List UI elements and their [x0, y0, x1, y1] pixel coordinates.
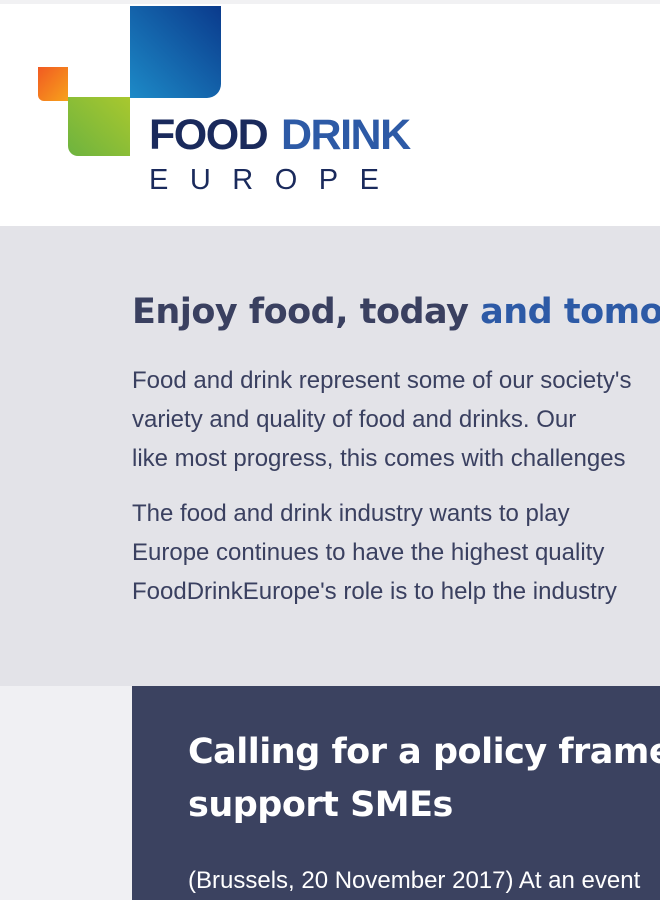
news-title-line: support SMEs [188, 785, 453, 825]
intro-paragraph-2-line: Europe continues to have the highest qua… [132, 539, 605, 566]
intro-paragraph-2-line: The food and drink industry wants to pla… [132, 500, 570, 527]
news-card[interactable]: Calling for a policy framework to suppor… [132, 686, 660, 900]
intro-paragraph-2: The food and drink industry wants to pla… [132, 494, 660, 611]
intro-paragraph-1: Food and drink represent some of our soc… [132, 361, 660, 478]
intro-heading-accent: and tomorrow [480, 292, 660, 332]
news-section: Calling for a policy framework to suppor… [0, 686, 660, 900]
news-title-line: Calling for a policy framework to [188, 732, 660, 772]
intro-paragraph-1-line: like most progress, this comes with chal… [132, 445, 626, 472]
site-header: FOOD DRINK EUROPE [0, 0, 660, 226]
intro-heading: Enjoy food, today and tomorrow [132, 290, 660, 334]
intro-paragraph-2-line: FoodDrinkEurope's role is to help the in… [132, 578, 617, 605]
intro-paragraph-1-line: Food and drink represent some of our soc… [132, 367, 632, 394]
page: FOOD DRINK EUROPE Enjoy food, today and … [0, 0, 660, 900]
news-title[interactable]: Calling for a policy framework to suppor… [188, 726, 660, 832]
news-excerpt: (Brussels, 20 November 2017) At an event [188, 867, 641, 894]
intro-section: Enjoy food, today and tomorrow Food and … [0, 226, 660, 686]
logo-text-food: FOOD [149, 111, 269, 159]
intro-heading-main: Enjoy food, today [132, 292, 481, 332]
intro-paragraph-1-line: variety and quality of food and drinks. … [132, 406, 577, 433]
fooddrinkeurope-logo[interactable]: FOOD DRINK EUROPE [36, 4, 426, 200]
logo-text-europe: EUROPE [149, 164, 401, 196]
logo-text-drink: DRINK [281, 111, 411, 159]
